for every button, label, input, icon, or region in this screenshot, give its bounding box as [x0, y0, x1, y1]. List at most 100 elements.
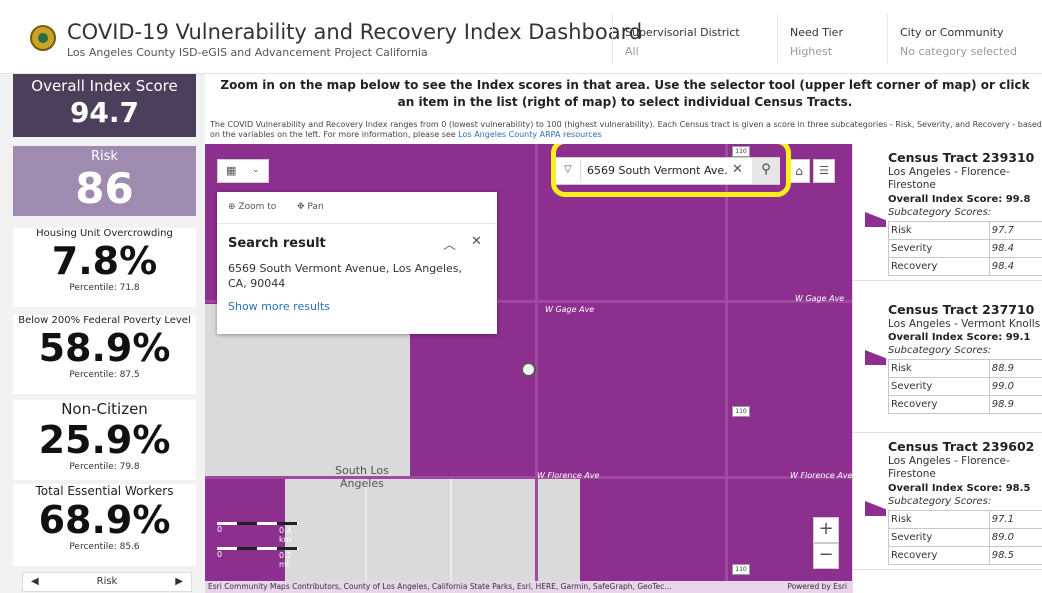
score-value: 98.4 [988, 257, 1042, 276]
pan-icon: ✥ [297, 202, 308, 212]
zoom-to-button[interactable]: ⊕ Zoom to [228, 202, 276, 212]
risk-value: 86 [75, 164, 134, 213]
tract-location: Los Angeles - Vermont Knolls [888, 318, 1041, 330]
map-attribution: Esri Community Maps Contributors, County… [205, 581, 852, 593]
tract-overall-score: Overall Index Score: 99.8 [888, 194, 1031, 205]
score-value: 98.4 [988, 239, 1042, 258]
zoom-out-button[interactable]: − [813, 543, 839, 569]
table-row: Severity 98.4 [888, 239, 1042, 258]
risk-score-card: Risk 86 [13, 146, 196, 216]
place-label: South Los Angeles [335, 464, 389, 490]
highway-shield: 110 [732, 564, 750, 575]
metric-value: 7.8% [51, 239, 158, 283]
tract-score-table: Risk 88.9 Severity 99.0 Recovery 98.9 [888, 359, 1042, 414]
table-row: Recovery 98.5 [888, 546, 1042, 565]
pager-prev-button[interactable]: ◀ [31, 573, 39, 591]
close-icon[interactable]: ✕ [471, 234, 482, 249]
filter-value: Highest [790, 45, 833, 58]
table-row: Risk 97.1 [888, 510, 1042, 529]
filter-label: City or Community [900, 26, 1004, 39]
collapse-icon[interactable]: ︿ [443, 234, 456, 253]
page-title: COVID-19 Vulnerability and Recovery Inde… [67, 20, 643, 44]
score-name: Recovery [888, 395, 990, 414]
select-tool-button[interactable]: ▦ ⌄ [217, 159, 269, 183]
list-item[interactable]: Census Tract 239310 Los Angeles - Floren… [853, 144, 1042, 281]
zoom-icon: ⊕ [228, 202, 239, 212]
metric-label: Housing Unit Overcrowding [36, 228, 173, 239]
home-button[interactable]: ⌂ [788, 159, 810, 183]
metric-value: 58.9% [38, 326, 171, 370]
scale-zero: 0 [217, 525, 223, 534]
tract-color-swatch [865, 501, 886, 516]
map-road [205, 476, 852, 479]
tract-subcategory-label: Subcategory Scores: [888, 345, 992, 356]
scale-bar-mi: 0 0.2 mi [217, 547, 299, 569]
metric-essential-workers: Total Essential Workers 68.9% Percentile… [13, 484, 196, 566]
list-item[interactable]: Census Tract 237710 Los Angeles - Vermon… [853, 296, 1042, 433]
map-road [365, 479, 367, 581]
table-row: Recovery 98.9 [888, 395, 1042, 414]
tract-color-swatch [865, 350, 886, 365]
popup-title: Search result [228, 236, 326, 251]
filter-supervisorial-district[interactable]: Supervisorial District All [612, 14, 777, 64]
metric-percentile: Percentile: 79.8 [69, 462, 140, 472]
popup-toolbar: ⊕ Zoom to ✥ Pan [217, 192, 497, 224]
score-name: Severity [888, 528, 990, 547]
scale-bar-km: 0 0.4 km [217, 522, 299, 544]
show-more-results-link[interactable]: Show more results [228, 300, 330, 313]
score-value: 88.9 [988, 359, 1042, 378]
tract-location: Los Angeles - Florence-Firestone [888, 455, 1010, 480]
filter-label: Need Tier [790, 26, 843, 39]
metric-percentile: Percentile: 85.6 [69, 542, 140, 552]
score-name: Risk [888, 510, 990, 529]
powered-by-esri[interactable]: Powered by Esri [787, 581, 847, 593]
description-text: The COVID Vulnerability and Recovery Ind… [210, 120, 1042, 142]
road-label-gage: W Gage Ave [545, 305, 595, 314]
score-value: 89.0 [988, 528, 1042, 547]
instructions-panel: Zoom in on the map below to see the Inde… [205, 74, 1042, 144]
description-body: The COVID Vulnerability and Recovery Ind… [210, 120, 1042, 139]
metric-percentile: Percentile: 71.8 [69, 283, 140, 293]
tract-overall-score: Overall Index Score: 98.5 [888, 483, 1031, 494]
chevron-down-icon: ⌄ [252, 165, 260, 175]
metric-value: 25.9% [38, 418, 171, 462]
filter-need-tier[interactable]: Need Tier Highest [777, 14, 887, 64]
filter-city-community[interactable]: City or Community No category selected [887, 14, 1042, 64]
table-row: Recovery 98.4 [888, 257, 1042, 276]
legend-button[interactable]: ☰ [813, 159, 835, 183]
map-view[interactable]: W Gage Ave W Gage Ave W Florence Ave W F… [205, 144, 852, 593]
metric-housing-overcrowding: Housing Unit Overcrowding 7.8% Percentil… [13, 228, 196, 307]
pan-label: Pan [307, 202, 324, 212]
search-highlight-annotation [551, 144, 791, 197]
tract-subcategory-label: Subcategory Scores: [888, 207, 992, 218]
pager-label: Risk [96, 576, 118, 587]
pan-button[interactable]: ✥ Pan [297, 202, 324, 212]
score-name: Severity [888, 377, 990, 396]
list-item[interactable]: Census Tract 239602 Los Angeles - Floren… [853, 433, 1042, 570]
road-label-gage: W Gage Ave [795, 294, 845, 303]
metric-label: Non-Citizen [61, 400, 148, 418]
zoom-in-button[interactable]: + [813, 517, 839, 543]
scale-bar-graphic [217, 547, 299, 550]
scale-bar-graphic [217, 522, 299, 525]
scale-km-label: 0.4 km [279, 526, 292, 544]
score-name: Risk [888, 359, 990, 378]
filter-value: All [625, 45, 639, 58]
category-pager: ◀ Risk ▶ [22, 572, 192, 592]
map-road [725, 144, 728, 581]
attribution-text: Esri Community Maps Contributors, County… [208, 582, 672, 591]
overall-index-card: Overall Index Score 94.7 [13, 74, 196, 137]
pager-next-button[interactable]: ▶ [175, 573, 183, 591]
legend-icon: ☰ [819, 164, 829, 177]
filter-value: No category selected [900, 45, 1017, 58]
scale-zero: 0 [217, 550, 223, 559]
tract-location: Los Angeles - Florence-Firestone [888, 166, 1010, 191]
table-row: Risk 97.7 [888, 221, 1042, 240]
search-result-popup: ⊕ Zoom to ✥ Pan Search result ︿ ✕ 6569 S… [217, 192, 497, 334]
filter-label: Supervisorial District [625, 26, 740, 39]
zoom-to-label: Zoom to [238, 202, 277, 212]
resources-link[interactable]: Los Angeles County ARPA resources [458, 130, 601, 139]
search-location-marker[interactable] [521, 362, 536, 377]
dashboard-header: COVID-19 Vulnerability and Recovery Inde… [0, 0, 1042, 74]
score-value: 98.5 [988, 546, 1042, 565]
